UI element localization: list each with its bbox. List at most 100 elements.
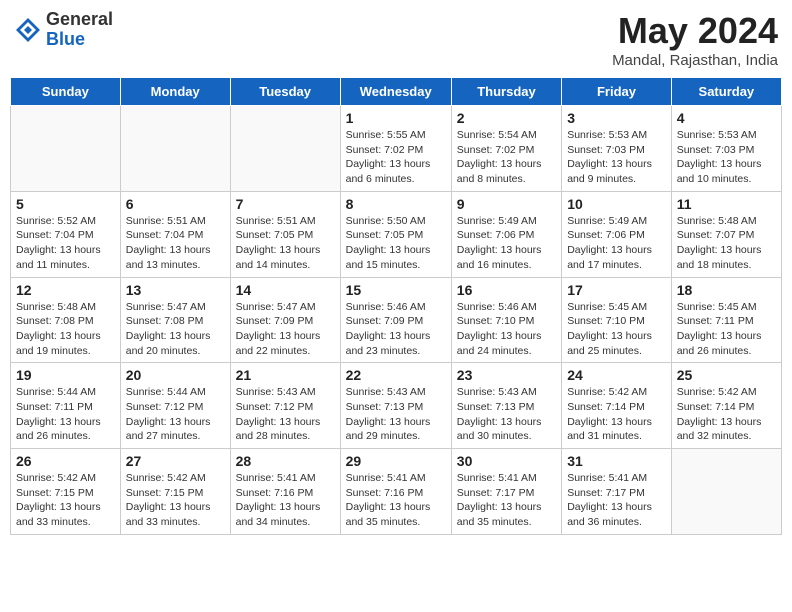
day-info: Sunrise: 5:45 AM Sunset: 7:10 PM Dayligh… [567,300,666,359]
calendar-cell: 9 Sunrise: 5:49 AM Sunset: 7:06 PM Daylig… [451,191,561,277]
day-info: Sunrise: 5:41 AM Sunset: 7:16 PM Dayligh… [236,471,335,530]
weekday-header: Wednesday [340,78,451,106]
day-info: Sunrise: 5:48 AM Sunset: 7:07 PM Dayligh… [677,214,776,273]
day-info: Sunrise: 5:43 AM Sunset: 7:12 PM Dayligh… [236,385,335,444]
day-info: Sunrise: 5:52 AM Sunset: 7:04 PM Dayligh… [16,214,115,273]
day-number: 29 [346,453,446,469]
day-info: Sunrise: 5:53 AM Sunset: 7:03 PM Dayligh… [567,128,666,187]
weekday-header-row: SundayMondayTuesdayWednesdayThursdayFrid… [11,78,782,106]
day-info: Sunrise: 5:47 AM Sunset: 7:09 PM Dayligh… [236,300,335,359]
day-info: Sunrise: 5:50 AM Sunset: 7:05 PM Dayligh… [346,214,446,273]
logo-text: General Blue [46,10,113,50]
day-info: Sunrise: 5:51 AM Sunset: 7:04 PM Dayligh… [126,214,225,273]
day-number: 8 [346,196,446,212]
day-info: Sunrise: 5:51 AM Sunset: 7:05 PM Dayligh… [236,214,335,273]
day-info: Sunrise: 5:49 AM Sunset: 7:06 PM Dayligh… [457,214,556,273]
day-number: 30 [457,453,556,469]
day-number: 15 [346,282,446,298]
calendar-cell: 22 Sunrise: 5:43 AM Sunset: 7:13 PM Dayli… [340,363,451,449]
day-info: Sunrise: 5:41 AM Sunset: 7:17 PM Dayligh… [457,471,556,530]
day-info: Sunrise: 5:48 AM Sunset: 7:08 PM Dayligh… [16,300,115,359]
page-header: General Blue May 2024 Mandal, Rajasthan,… [10,10,782,69]
weekday-header: Thursday [451,78,561,106]
day-info: Sunrise: 5:42 AM Sunset: 7:14 PM Dayligh… [567,385,666,444]
week-row: 26 Sunrise: 5:42 AM Sunset: 7:15 PM Dayli… [11,449,782,535]
day-number: 2 [457,110,556,126]
calendar-cell: 28Sunrise: 5:41 AM Sunset: 7:16 PM Dayli… [230,449,340,535]
calendar-cell [230,106,340,192]
weekday-header: Saturday [671,78,781,106]
week-row: 19 Sunrise: 5:44 AM Sunset: 7:11 PM Dayli… [11,363,782,449]
calendar-cell: 24 Sunrise: 5:42 AM Sunset: 7:14 PM Dayli… [562,363,672,449]
day-info: Sunrise: 5:41 AM Sunset: 7:16 PM Dayligh… [346,471,446,530]
calendar-cell: 5Sunrise: 5:52 AM Sunset: 7:04 PM Daylig… [11,191,121,277]
calendar-cell [11,106,121,192]
month-title: May 2024 [612,10,778,52]
calendar-cell: 8 Sunrise: 5:50 AM Sunset: 7:05 PM Daylig… [340,191,451,277]
location: Mandal, Rajasthan, India [612,52,778,69]
weekday-header: Sunday [11,78,121,106]
day-info: Sunrise: 5:44 AM Sunset: 7:12 PM Dayligh… [126,385,225,444]
logo-icon [14,16,42,44]
calendar-cell: 12Sunrise: 5:48 AM Sunset: 7:08 PM Dayli… [11,277,121,363]
day-number: 3 [567,110,666,126]
day-number: 10 [567,196,666,212]
day-info: Sunrise: 5:42 AM Sunset: 7:14 PM Dayligh… [677,385,776,444]
day-number: 31 [567,453,666,469]
calendar-cell: 4 Sunrise: 5:53 AM Sunset: 7:03 PM Daylig… [671,106,781,192]
week-row: 1Sunrise: 5:55 AM Sunset: 7:02 PM Daylig… [11,106,782,192]
day-info: Sunrise: 5:49 AM Sunset: 7:06 PM Dayligh… [567,214,666,273]
week-row: 5Sunrise: 5:52 AM Sunset: 7:04 PM Daylig… [11,191,782,277]
calendar-cell: 16 Sunrise: 5:46 AM Sunset: 7:10 PM Dayli… [451,277,561,363]
calendar-cell: 31 Sunrise: 5:41 AM Sunset: 7:17 PM Dayli… [562,449,672,535]
day-number: 19 [16,367,115,383]
day-info: Sunrise: 5:43 AM Sunset: 7:13 PM Dayligh… [346,385,446,444]
calendar-cell: 2 Sunrise: 5:54 AM Sunset: 7:02 PM Daylig… [451,106,561,192]
calendar: SundayMondayTuesdayWednesdayThursdayFrid… [10,77,782,535]
day-number: 1 [346,110,446,126]
week-row: 12Sunrise: 5:48 AM Sunset: 7:08 PM Dayli… [11,277,782,363]
calendar-cell [671,449,781,535]
day-info: Sunrise: 5:47 AM Sunset: 7:08 PM Dayligh… [126,300,225,359]
day-number: 4 [677,110,776,126]
day-number: 26 [16,453,115,469]
calendar-cell: 29 Sunrise: 5:41 AM Sunset: 7:16 PM Dayli… [340,449,451,535]
day-number: 27 [126,453,225,469]
calendar-cell: 6 Sunrise: 5:51 AM Sunset: 7:04 PM Daylig… [120,191,230,277]
day-info: Sunrise: 5:43 AM Sunset: 7:13 PM Dayligh… [457,385,556,444]
calendar-cell: 26Sunrise: 5:42 AM Sunset: 7:15 PM Dayli… [11,449,121,535]
day-number: 9 [457,196,556,212]
calendar-cell: 20 Sunrise: 5:44 AM Sunset: 7:12 PM Dayli… [120,363,230,449]
day-info: Sunrise: 5:53 AM Sunset: 7:03 PM Dayligh… [677,128,776,187]
day-number: 22 [346,367,446,383]
calendar-cell: 15Sunrise: 5:46 AM Sunset: 7:09 PM Dayli… [340,277,451,363]
day-info: Sunrise: 5:42 AM Sunset: 7:15 PM Dayligh… [126,471,225,530]
title-area: May 2024 Mandal, Rajasthan, India [612,10,778,69]
day-number: 16 [457,282,556,298]
day-info: Sunrise: 5:54 AM Sunset: 7:02 PM Dayligh… [457,128,556,187]
calendar-cell: 19 Sunrise: 5:44 AM Sunset: 7:11 PM Dayli… [11,363,121,449]
calendar-cell: 21 Sunrise: 5:43 AM Sunset: 7:12 PM Dayli… [230,363,340,449]
calendar-cell: 11Sunrise: 5:48 AM Sunset: 7:07 PM Dayli… [671,191,781,277]
day-info: Sunrise: 5:46 AM Sunset: 7:10 PM Dayligh… [457,300,556,359]
day-info: Sunrise: 5:41 AM Sunset: 7:17 PM Dayligh… [567,471,666,530]
calendar-cell [120,106,230,192]
day-number: 21 [236,367,335,383]
day-info: Sunrise: 5:45 AM Sunset: 7:11 PM Dayligh… [677,300,776,359]
calendar-cell: 7 Sunrise: 5:51 AM Sunset: 7:05 PM Daylig… [230,191,340,277]
weekday-header: Monday [120,78,230,106]
day-number: 24 [567,367,666,383]
logo: General Blue [14,10,113,50]
calendar-cell: 17Sunrise: 5:45 AM Sunset: 7:10 PM Dayli… [562,277,672,363]
calendar-cell: 14Sunrise: 5:47 AM Sunset: 7:09 PM Dayli… [230,277,340,363]
day-number: 7 [236,196,335,212]
calendar-cell: 23Sunrise: 5:43 AM Sunset: 7:13 PM Dayli… [451,363,561,449]
calendar-cell: 27 Sunrise: 5:42 AM Sunset: 7:15 PM Dayli… [120,449,230,535]
day-info: Sunrise: 5:44 AM Sunset: 7:11 PM Dayligh… [16,385,115,444]
logo-blue: Blue [46,30,113,50]
day-number: 20 [126,367,225,383]
day-number: 6 [126,196,225,212]
calendar-cell: 13Sunrise: 5:47 AM Sunset: 7:08 PM Dayli… [120,277,230,363]
calendar-cell: 25Sunrise: 5:42 AM Sunset: 7:14 PM Dayli… [671,363,781,449]
calendar-cell: 18Sunrise: 5:45 AM Sunset: 7:11 PM Dayli… [671,277,781,363]
